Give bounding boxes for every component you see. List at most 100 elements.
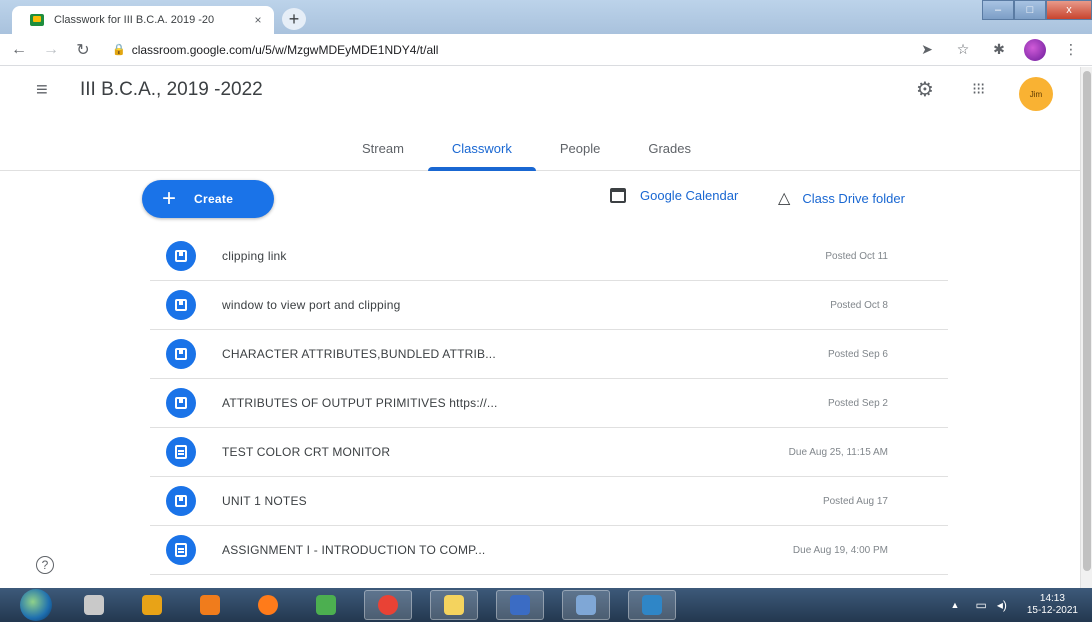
more-menu-icon[interactable]: ⋮ bbox=[1058, 37, 1084, 63]
list-item[interactable]: window to view port and clipping Posted … bbox=[150, 281, 948, 330]
list-item[interactable]: UNIT 1 NOTES Posted Aug 17 bbox=[150, 477, 948, 526]
create-label: Create bbox=[194, 192, 234, 206]
list-item[interactable]: CHARACTER ATTRIBUTES,BUNDLED ATTRIB... P… bbox=[150, 330, 948, 379]
item-date: Posted Sep 6 bbox=[827, 348, 888, 360]
taskbar-app[interactable] bbox=[306, 590, 346, 620]
item-date: Posted Oct 8 bbox=[830, 299, 888, 311]
tab-stream[interactable]: Stream bbox=[338, 125, 428, 171]
help-icon[interactable]: ? bbox=[36, 556, 54, 574]
taskbar-app-word[interactable] bbox=[496, 590, 544, 620]
classroom-header: ≡ III B.C.A., 2019 -2022 ⚙ ⁝⁝⁝ Jim Strea… bbox=[0, 67, 1080, 171]
google-calendar-link[interactable]: Google Calendar bbox=[610, 188, 738, 203]
tab-grades[interactable]: Grades bbox=[624, 125, 715, 171]
forward-icon[interactable]: → bbox=[38, 37, 64, 63]
item-date: Due Aug 25, 11:15 AM bbox=[788, 446, 888, 458]
window-icon bbox=[576, 595, 596, 615]
browser-toolbar: ← → ↻ 🔒 classroom.google.com/u/5/w/MzgwM… bbox=[0, 34, 1092, 66]
address-bar[interactable]: classroom.google.com/u/5/w/MzgwMDEyMDE1N… bbox=[132, 43, 914, 57]
firefox-icon bbox=[258, 595, 278, 615]
plus-icon: + bbox=[162, 185, 177, 212]
lock-icon[interactable]: 🔒 bbox=[112, 43, 126, 56]
close-window-button[interactable]: x bbox=[1046, 0, 1092, 20]
material-icon bbox=[166, 339, 196, 369]
taskbar-app-chrome[interactable] bbox=[364, 590, 412, 620]
extensions-puzzle-icon[interactable]: ✱ bbox=[986, 37, 1012, 63]
assignment-icon bbox=[166, 535, 196, 565]
taskbar-app-desktop[interactable] bbox=[628, 590, 676, 620]
create-button[interactable]: + Create bbox=[142, 180, 274, 218]
google-calendar-label: Google Calendar bbox=[640, 188, 739, 203]
file-explorer-icon bbox=[444, 595, 464, 615]
chrome-icon bbox=[378, 595, 398, 615]
back-icon[interactable]: ← bbox=[6, 37, 32, 63]
calendar-icon bbox=[610, 188, 626, 203]
hamburger-menu-icon[interactable]: ≡ bbox=[36, 79, 48, 102]
material-icon bbox=[166, 486, 196, 516]
window-controls: – □ x bbox=[982, 0, 1092, 20]
send-icon[interactable]: ➤ bbox=[914, 37, 940, 63]
item-date: Posted Aug 17 bbox=[822, 495, 888, 507]
classroom-favicon-icon bbox=[30, 14, 44, 26]
desktop-icon bbox=[642, 595, 662, 615]
vlc-icon bbox=[142, 595, 162, 615]
profile-avatar bbox=[1024, 38, 1046, 61]
taskbar-app-window[interactable] bbox=[562, 590, 610, 620]
profile-icon[interactable] bbox=[1022, 37, 1048, 63]
taskbar-app-explorer[interactable] bbox=[430, 590, 478, 620]
app-icon bbox=[316, 595, 336, 615]
list-item[interactable]: ASSIGNMENT I - INTRODUCTION TO COMP... D… bbox=[150, 526, 948, 575]
apps-grid-icon[interactable]: ⁝⁝⁝ bbox=[972, 79, 985, 99]
clock-date: 15-12-2021 bbox=[1026, 605, 1078, 616]
drive-icon: △ bbox=[778, 190, 791, 207]
page-scrollbar[interactable] bbox=[1080, 67, 1092, 588]
class-drive-folder-label: Class Drive folder bbox=[802, 190, 905, 206]
item-title: TEST COLOR CRT MONITOR bbox=[222, 445, 391, 459]
system-tray: ▲ ▭ ◂) 14:13 15-12-2021 bbox=[951, 588, 1078, 622]
user-avatar[interactable]: Jim bbox=[1019, 77, 1053, 111]
taskbar-app[interactable] bbox=[190, 590, 230, 620]
material-icon bbox=[166, 241, 196, 271]
control-panel-icon bbox=[84, 595, 104, 615]
item-date: Due Aug 19, 4:00 PM bbox=[792, 544, 888, 556]
material-icon bbox=[166, 388, 196, 418]
item-title: window to view port and clipping bbox=[222, 298, 401, 312]
settings-gear-icon[interactable]: ⚙ bbox=[916, 77, 934, 102]
clock[interactable]: 14:13 15-12-2021 bbox=[1027, 593, 1078, 617]
material-icon bbox=[166, 290, 196, 320]
list-item[interactable]: clipping link Posted Oct 11 bbox=[150, 232, 948, 281]
volume-icon[interactable]: ◂) bbox=[997, 598, 1007, 612]
class-drive-folder-link[interactable]: △ Class Drive folder bbox=[778, 188, 905, 208]
item-title: ATTRIBUTES OF OUTPUT PRIMITIVES https://… bbox=[222, 396, 498, 410]
browser-tab[interactable]: Classwork for III B.C.A. 2019 -20 × bbox=[12, 6, 274, 34]
media-player-icon bbox=[200, 595, 220, 615]
item-title: ASSIGNMENT I - INTRODUCTION TO COMP... bbox=[222, 543, 486, 557]
class-title[interactable]: III B.C.A., 2019 -2022 bbox=[80, 79, 263, 101]
taskbar-app[interactable] bbox=[248, 590, 288, 620]
minimize-button[interactable]: – bbox=[982, 0, 1014, 20]
windows-taskbar: ▲ ▭ ◂) 14:13 15-12-2021 bbox=[0, 588, 1092, 622]
tab-close-icon[interactable]: × bbox=[250, 13, 266, 27]
class-tabs: Stream Classwork People Grades bbox=[338, 125, 715, 171]
clock-time: 14:13 bbox=[1039, 593, 1065, 604]
classwork-list: clipping link Posted Oct 11 window to vi… bbox=[150, 232, 948, 575]
taskbar-app[interactable] bbox=[132, 590, 172, 620]
tab-classwork[interactable]: Classwork bbox=[427, 125, 536, 171]
item-date: Posted Oct 11 bbox=[825, 250, 888, 262]
item-title: clipping link bbox=[222, 249, 287, 263]
bookmark-star-icon[interactable]: ☆ bbox=[950, 37, 976, 63]
item-title: CHARACTER ATTRIBUTES,BUNDLED ATTRIB... bbox=[222, 347, 496, 361]
scrollbar-thumb[interactable] bbox=[1083, 71, 1091, 571]
start-button[interactable] bbox=[20, 589, 52, 621]
assignment-icon bbox=[166, 437, 196, 467]
list-item[interactable]: ATTRIBUTES OF OUTPUT PRIMITIVES https://… bbox=[150, 379, 948, 428]
tab-people[interactable]: People bbox=[536, 125, 624, 171]
word-icon bbox=[510, 595, 530, 615]
new-tab-button[interactable]: + bbox=[282, 8, 306, 30]
maximize-button[interactable]: □ bbox=[1014, 0, 1046, 20]
browser-title-bar: Classwork for III B.C.A. 2019 -20 × + – … bbox=[0, 0, 1092, 34]
tray-expand-icon[interactable]: ▲ bbox=[951, 600, 960, 610]
taskbar-app[interactable] bbox=[74, 590, 114, 620]
list-item[interactable]: TEST COLOR CRT MONITOR Due Aug 25, 11:15… bbox=[150, 428, 948, 477]
reload-icon[interactable]: ↻ bbox=[70, 37, 96, 63]
network-icon[interactable]: ▭ bbox=[975, 598, 986, 612]
